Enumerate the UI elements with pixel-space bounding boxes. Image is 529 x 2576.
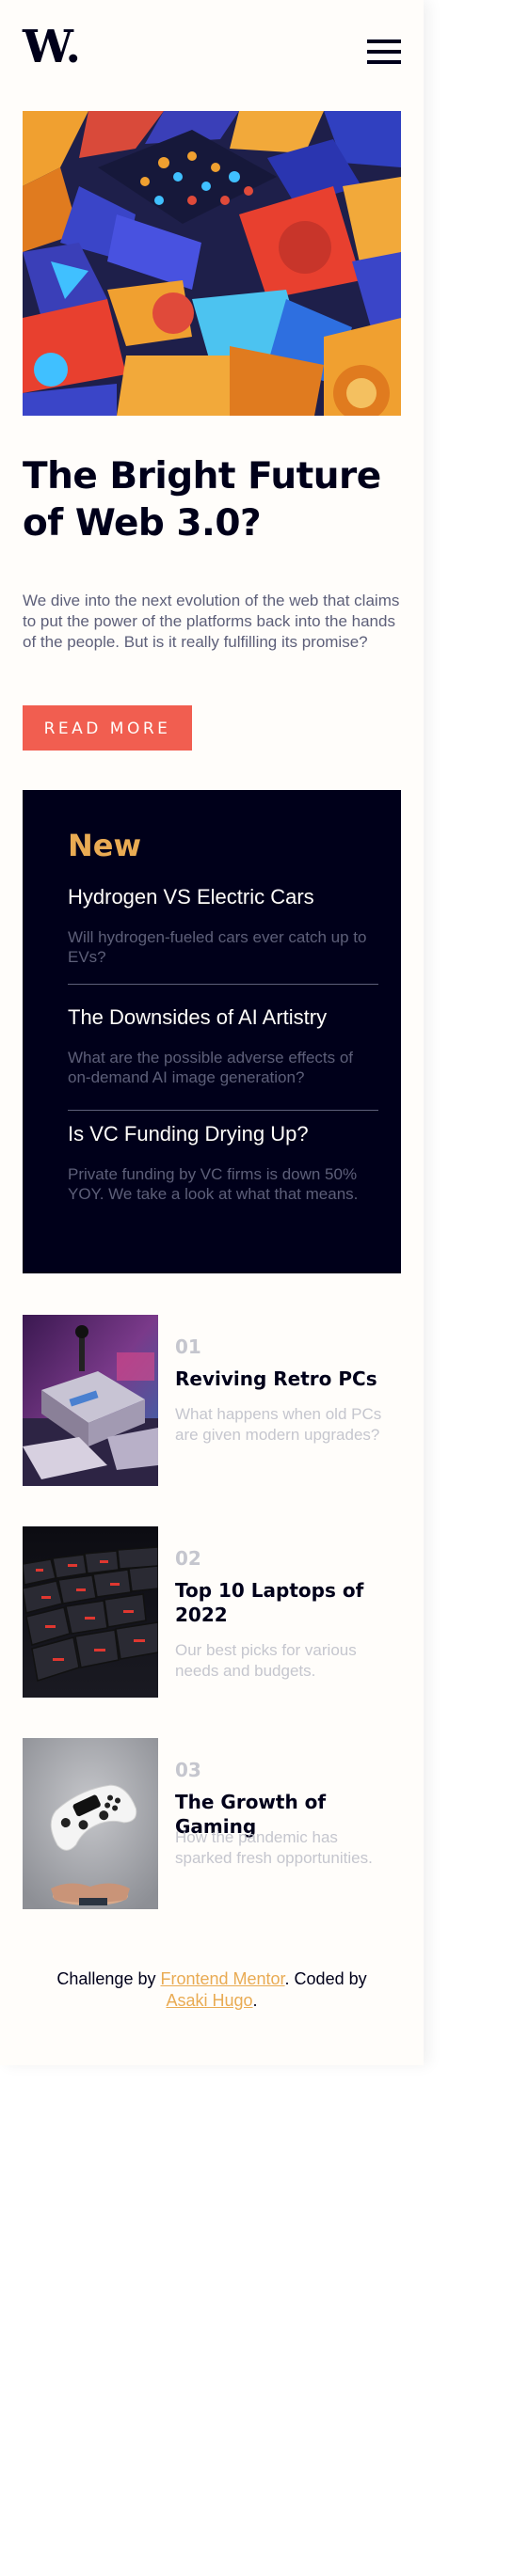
article-description: How the pandemic has sparked fresh oppor… (175, 1828, 373, 1867)
article-card: 01 Reviving Retro PCs What happens when … (23, 1315, 409, 1486)
new-section: New Hydrogen VS Electric Cars Will hydro… (23, 790, 401, 1273)
article-title[interactable]: Reviving Retro PCs (175, 1367, 410, 1391)
author-link[interactable]: Asaki Hugo (166, 1991, 252, 2010)
hero-description: We dive into the next evolution of the w… (23, 592, 400, 651)
laptop-keyboard-image (23, 1526, 158, 1698)
new-item: Is VC Funding Drying Up? Private funding… (68, 1121, 378, 1204)
footer-text: Challenge by (56, 1969, 161, 1988)
attribution-footer: Challenge by Frontend Mentor. Coded by A… (0, 1968, 424, 2012)
divider (68, 1110, 378, 1111)
site-logo[interactable]: W. (23, 24, 81, 70)
article-number: 02 (175, 1547, 201, 1570)
menu-bar (367, 40, 401, 43)
frontend-mentor-link[interactable]: Frontend Mentor (160, 1969, 284, 1988)
divider (68, 984, 378, 985)
footer-text: . (252, 1991, 258, 2010)
new-item-title[interactable]: Hydrogen VS Electric Cars (68, 884, 378, 910)
article-card: 03 The Growth of Gaming How the pandemic… (23, 1738, 409, 1909)
article-number: 01 (175, 1335, 201, 1358)
retro-pc-image (23, 1315, 158, 1486)
new-item-description: What are the possible adverse effects of… (68, 1049, 354, 1086)
new-item: Hydrogen VS Electric Cars Will hydrogen-… (68, 884, 378, 967)
footer-text: . Coded by (284, 1969, 367, 1988)
article-card: 02 Top 10 Laptops of 2022 Our best picks… (23, 1526, 409, 1698)
article-description: What happens when old PCs are given mode… (175, 1405, 382, 1444)
new-section-title: New (68, 828, 142, 863)
hero-image (23, 111, 401, 416)
article-description: Our best picks for various needs and bud… (175, 1641, 357, 1680)
new-item-title[interactable]: The Downsides of AI Artistry (68, 1004, 378, 1031)
menu-bar (367, 60, 401, 64)
new-item-description: Will hydrogen-fueled cars ever catch up … (68, 928, 367, 966)
game-controller-image (23, 1738, 158, 1909)
hamburger-menu-icon[interactable] (367, 40, 401, 64)
new-item: The Downsides of AI Artistry What are th… (68, 1004, 378, 1087)
hero-title: The Bright Future of Web 3.0? (23, 455, 381, 545)
read-more-button[interactable]: READ MORE (23, 705, 192, 751)
new-item-title[interactable]: Is VC Funding Drying Up? (68, 1121, 378, 1147)
menu-bar (367, 50, 401, 54)
new-item-description: Private funding by VC firms is down 50% … (68, 1165, 359, 1203)
article-title[interactable]: Top 10 Laptops of 2022 (175, 1578, 410, 1627)
article-number: 03 (175, 1759, 201, 1781)
page-container: W. The Bright Future of Web 3.0? We dive… (0, 0, 424, 2065)
